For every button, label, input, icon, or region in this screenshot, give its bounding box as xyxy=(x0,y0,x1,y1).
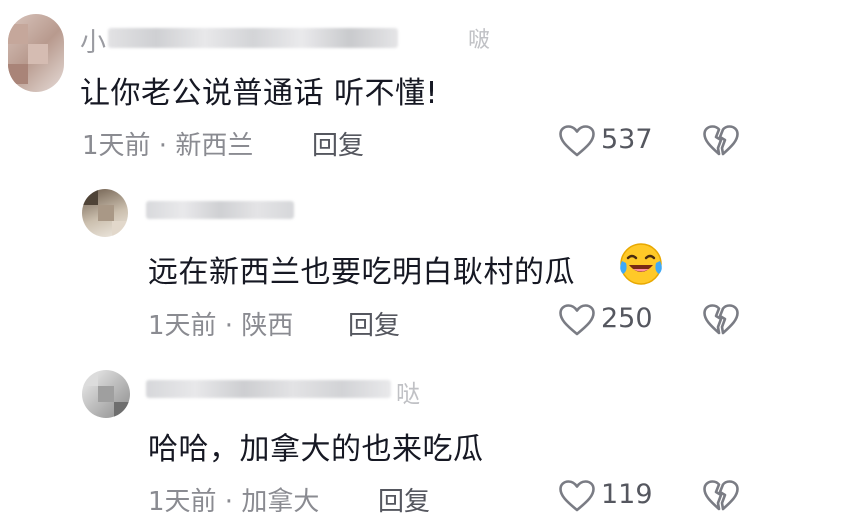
avatar[interactable] xyxy=(82,189,128,237)
username-mosaic xyxy=(146,380,391,398)
like-count: 537 xyxy=(601,124,653,155)
username-fragment: 小 xyxy=(80,28,107,58)
reply-button[interactable]: 回复 xyxy=(378,481,430,518)
heart-outline-icon[interactable] xyxy=(558,303,596,337)
heart-outline-icon[interactable] xyxy=(558,124,596,158)
reply-button[interactable]: 回复 xyxy=(312,125,364,162)
comment-meta: 1天前 · 加拿大 xyxy=(148,487,320,517)
reply-button[interactable]: 回复 xyxy=(348,305,400,342)
comment-meta: 1天前 · 陕西 xyxy=(148,311,294,341)
laughing-tears-emoji xyxy=(620,243,662,285)
comment-text: 远在新西兰也要吃明白耿村的瓜 xyxy=(148,255,575,290)
username-mosaic xyxy=(108,28,398,48)
broken-heart-icon[interactable] xyxy=(702,124,740,158)
username-mosaic xyxy=(146,201,294,219)
broken-heart-icon[interactable] xyxy=(702,303,740,337)
username-redacted[interactable] xyxy=(146,196,306,224)
comment-text: 哈哈，加拿大的也来吃瓜 xyxy=(148,432,484,467)
username-tail: 哒 xyxy=(396,380,420,408)
username-redacted[interactable]: 小 啵 xyxy=(80,22,490,58)
like-count: 250 xyxy=(601,303,653,334)
username-redacted[interactable]: 哒 xyxy=(146,374,436,408)
heart-outline-icon[interactable] xyxy=(558,479,596,513)
broken-heart-icon[interactable] xyxy=(702,479,740,513)
comment-meta: 1天前 · 新西兰 xyxy=(82,131,254,161)
username-tail: 啵 xyxy=(468,28,491,53)
comment-text: 让你老公说普通话 听不懂! xyxy=(80,76,439,111)
like-count: 119 xyxy=(601,479,653,510)
avatar[interactable] xyxy=(8,14,64,92)
avatar[interactable] xyxy=(82,370,130,418)
